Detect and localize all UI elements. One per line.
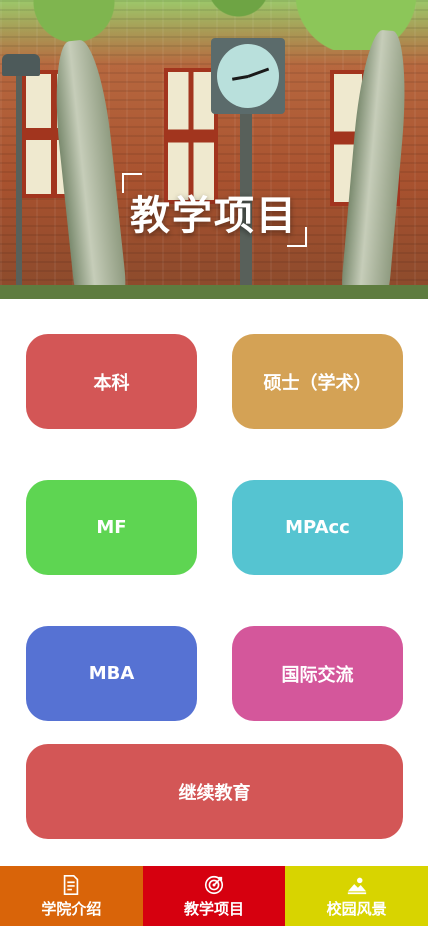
program-label: MF <box>96 517 127 538</box>
program-label: 国际交流 <box>281 664 354 686</box>
program-label: 硕士（学术） <box>263 372 372 394</box>
tab-label: 教学项目 <box>184 899 245 918</box>
program-mpacc-button[interactable]: MPAcc <box>232 480 403 575</box>
clock-face <box>217 44 279 108</box>
tab-college-intro[interactable]: 学院介绍 <box>0 866 143 926</box>
page-title: 教学项目 <box>130 193 298 239</box>
tab-label: 校园风景 <box>326 899 387 918</box>
clock-hand <box>247 67 270 78</box>
program-international-exchange-button[interactable]: 国际交流 <box>232 626 403 721</box>
program-undergraduate-button[interactable]: 本科 <box>26 334 197 429</box>
street-lamp <box>2 54 40 76</box>
clock <box>211 38 285 114</box>
program-mf-button[interactable]: MF <box>26 480 197 575</box>
hero-banner: 教学项目 <box>0 0 428 299</box>
program-label: 本科 <box>93 372 130 394</box>
program-mba-button[interactable]: MBA <box>26 626 197 721</box>
program-label: MBA <box>88 663 135 684</box>
program-continuing-education-button[interactable]: 继续教育 <box>26 744 403 839</box>
clock-hand <box>231 75 249 81</box>
target-icon <box>204 875 224 894</box>
landscape-icon <box>347 877 366 894</box>
tab-label: 学院介绍 <box>41 899 102 918</box>
tab-teaching-programs[interactable]: 教学项目 <box>142 866 286 926</box>
tab-campus-scenery[interactable]: 校园风景 <box>285 866 428 926</box>
program-label: MPAcc <box>285 517 350 538</box>
program-label: 继续教育 <box>178 782 251 804</box>
ground <box>0 285 428 299</box>
document-icon <box>64 874 79 895</box>
program-master-academic-button[interactable]: 硕士（学术） <box>232 334 403 429</box>
bottom-tab-bar: 学院介绍 教学项目 校园风景 <box>0 866 428 926</box>
